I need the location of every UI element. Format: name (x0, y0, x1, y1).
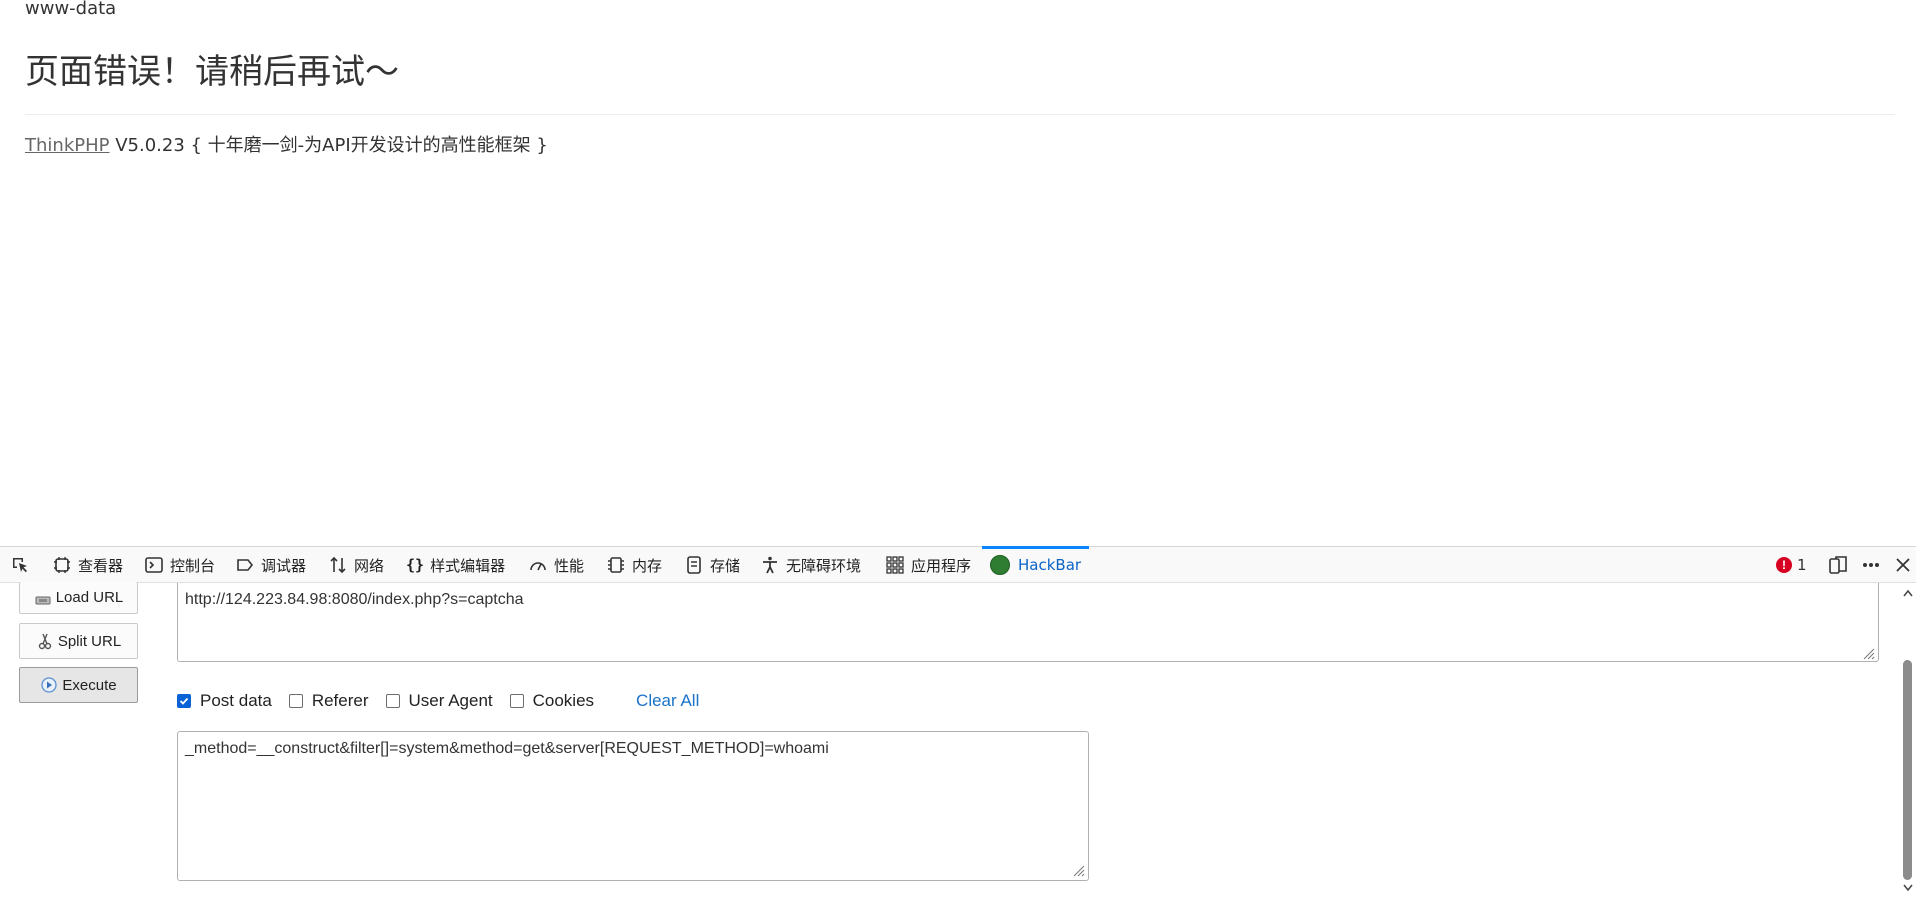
devtools-panel: 查看器 控制台 调试器 网络 {} 样式编辑器 性能 内存 存储 无障碍环境 应… (0, 546, 1916, 897)
hackbar-icon (990, 555, 1010, 575)
devtools-toolbar: 查看器 控制台 调试器 网络 {} 样式编辑器 性能 内存 存储 无障碍环境 应… (0, 546, 1916, 583)
clear-all-link[interactable]: Clear All (636, 691, 699, 711)
divider (25, 114, 1895, 115)
tab-label: 查看器 (78, 556, 124, 575)
scroll-up-icon[interactable] (1902, 588, 1914, 598)
user-agent-checkbox[interactable]: User Agent (385, 691, 493, 711)
tab-application[interactable]: 应用程序 (885, 547, 971, 583)
resize-grip-icon[interactable] (1861, 646, 1875, 660)
console-icon (145, 557, 163, 573)
accessibility-icon (763, 556, 777, 574)
load-url-button[interactable]: Load URL (19, 582, 138, 614)
storage-icon (687, 556, 701, 574)
checkbox-checked-icon (177, 694, 191, 708)
element-picker-icon[interactable] (10, 555, 30, 575)
resize-grip-icon[interactable] (1071, 863, 1085, 877)
scissors-icon (38, 633, 52, 650)
close-icon[interactable] (1893, 555, 1913, 575)
style-editor-icon: {} (406, 556, 425, 574)
tab-label: 无障碍环境 (786, 556, 862, 575)
post-data-input[interactable] (177, 731, 1089, 881)
tab-label: 存储 (710, 556, 741, 575)
performance-icon (530, 562, 546, 571)
tab-label: 控制台 (170, 556, 216, 575)
tab-label: 样式编辑器 (430, 556, 506, 575)
dock-side-icon[interactable] (1828, 555, 1848, 575)
page-content: www-data 页面错误！请稍后再试～ ThinkPHP V5.0.23 { … (0, 0, 1916, 546)
checkbox-icon (288, 694, 303, 708)
url-input[interactable] (177, 583, 1879, 662)
load-url-icon (35, 596, 51, 604)
error-icon: ! (1776, 557, 1792, 573)
tab-label: HackBar (1018, 556, 1082, 574)
checkbox-icon (509, 694, 524, 708)
application-icon (886, 556, 904, 574)
inspector-icon (54, 557, 70, 573)
option-label: Post data (200, 691, 272, 710)
checkbox-icon (385, 694, 400, 708)
execute-label: Execute (62, 676, 117, 694)
tab-performance[interactable]: 性能 (528, 547, 584, 583)
tab-label: 调试器 (261, 556, 307, 575)
load-url-label: Load URL (55, 589, 124, 606)
tab-memory[interactable]: 内存 (606, 547, 662, 583)
execute-button[interactable]: Execute (19, 667, 138, 703)
thinkphp-link[interactable]: ThinkPHP (25, 135, 109, 156)
option-label: User Agent (408, 691, 493, 710)
play-icon (41, 677, 58, 693)
scroll-down-icon[interactable] (1902, 883, 1914, 893)
tab-network[interactable]: 网络 (328, 547, 384, 583)
tab-storage[interactable]: 存储 (684, 547, 740, 583)
option-label: Referer (311, 691, 369, 710)
more-options-icon[interactable] (1861, 555, 1881, 575)
framework-version: V5.0.23 { 十年磨一剑-为API开发设计的高性能框架 } (109, 135, 548, 156)
error-count: 1 (1797, 556, 1807, 574)
tab-label: 内存 (632, 556, 663, 575)
split-url-label: Split URL (57, 632, 122, 650)
scrollbar-thumb[interactable] (1903, 660, 1912, 880)
tab-accessibility[interactable]: 无障碍环境 (760, 547, 861, 583)
tab-label: 应用程序 (911, 556, 972, 575)
tab-inspector[interactable]: 查看器 (52, 547, 123, 583)
referer-checkbox[interactable]: Referer (288, 691, 369, 711)
post-data-checkbox[interactable]: Post data (177, 691, 272, 711)
framework-footer: ThinkPHP V5.0.23 { 十年磨一剑-为API开发设计的高性能框架 … (25, 131, 548, 157)
tab-debugger[interactable]: 调试器 (235, 547, 306, 583)
tab-label: 网络 (354, 556, 385, 575)
command-output: www-data (25, 0, 117, 19)
debugger-icon (237, 559, 254, 571)
network-icon (330, 556, 346, 574)
tab-label: 性能 (554, 556, 585, 575)
hackbar-options: Post data Referer User Agent Cookies Cle… (177, 689, 699, 713)
error-title: 页面错误！请稍后再试～ (25, 52, 399, 92)
split-url-button[interactable]: Split URL (19, 623, 138, 659)
memory-icon (608, 557, 624, 573)
tab-style-editor[interactable]: {} 样式编辑器 (406, 547, 505, 583)
error-count-badge[interactable]: ! 1 (1776, 547, 1807, 583)
cookies-checkbox[interactable]: Cookies (509, 691, 595, 711)
tab-console[interactable]: 控制台 (144, 547, 215, 583)
tab-hackbar[interactable]: HackBar (981, 546, 1090, 583)
option-label: Cookies (532, 691, 595, 710)
